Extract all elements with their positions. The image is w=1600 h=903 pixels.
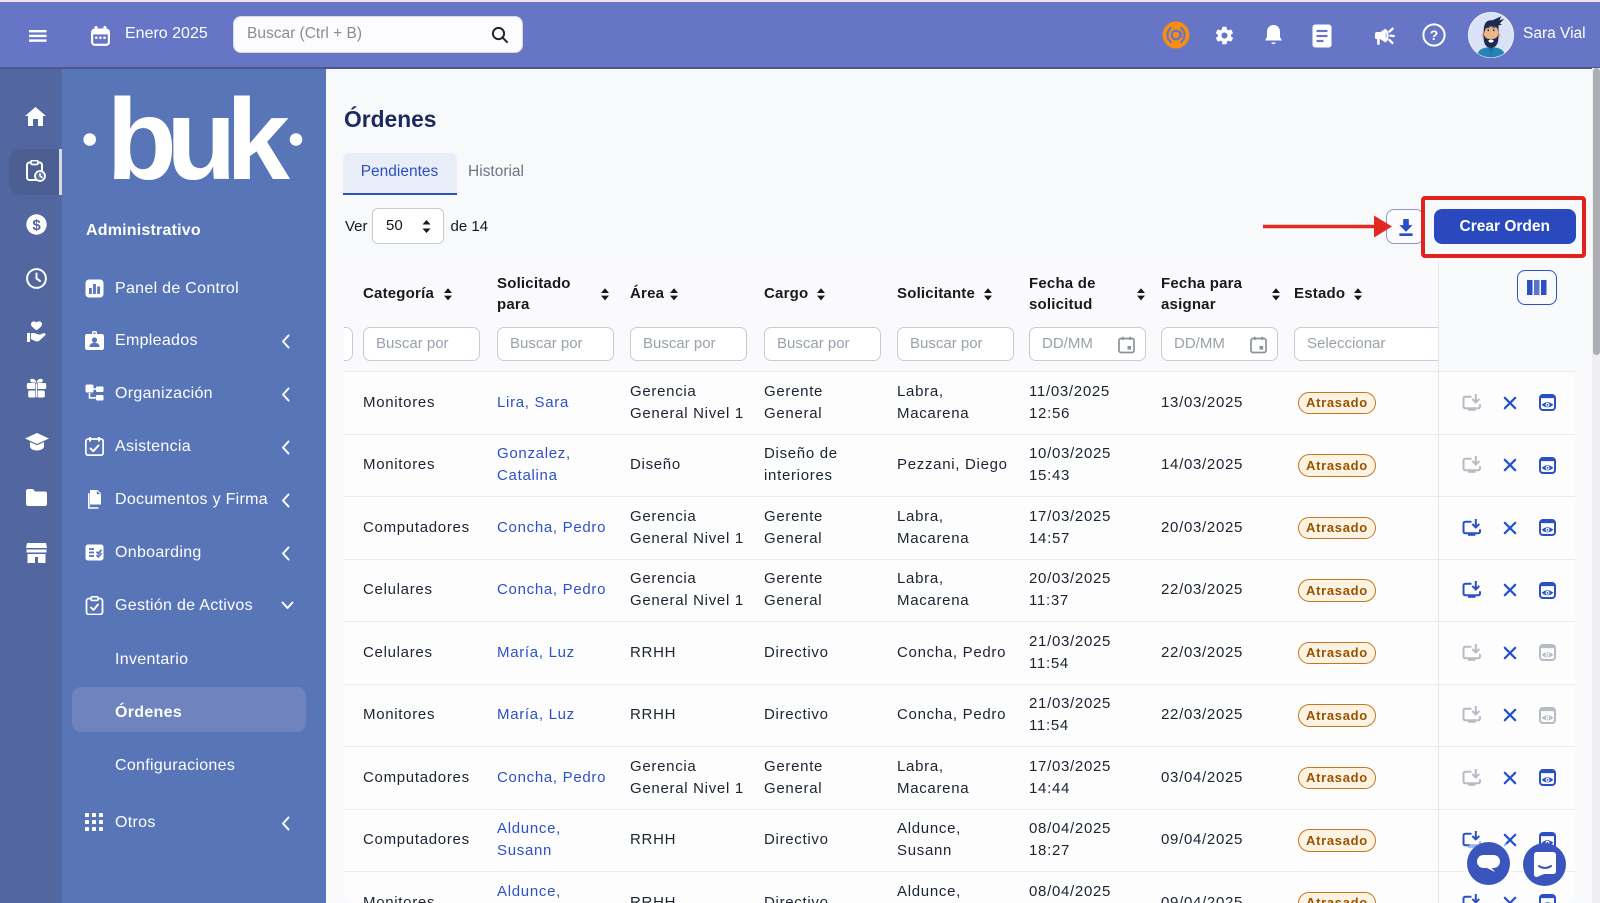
svg-text:?: ? (1430, 27, 1439, 43)
svg-text:buk: buk (107, 92, 291, 184)
svg-text:$: $ (32, 217, 41, 234)
